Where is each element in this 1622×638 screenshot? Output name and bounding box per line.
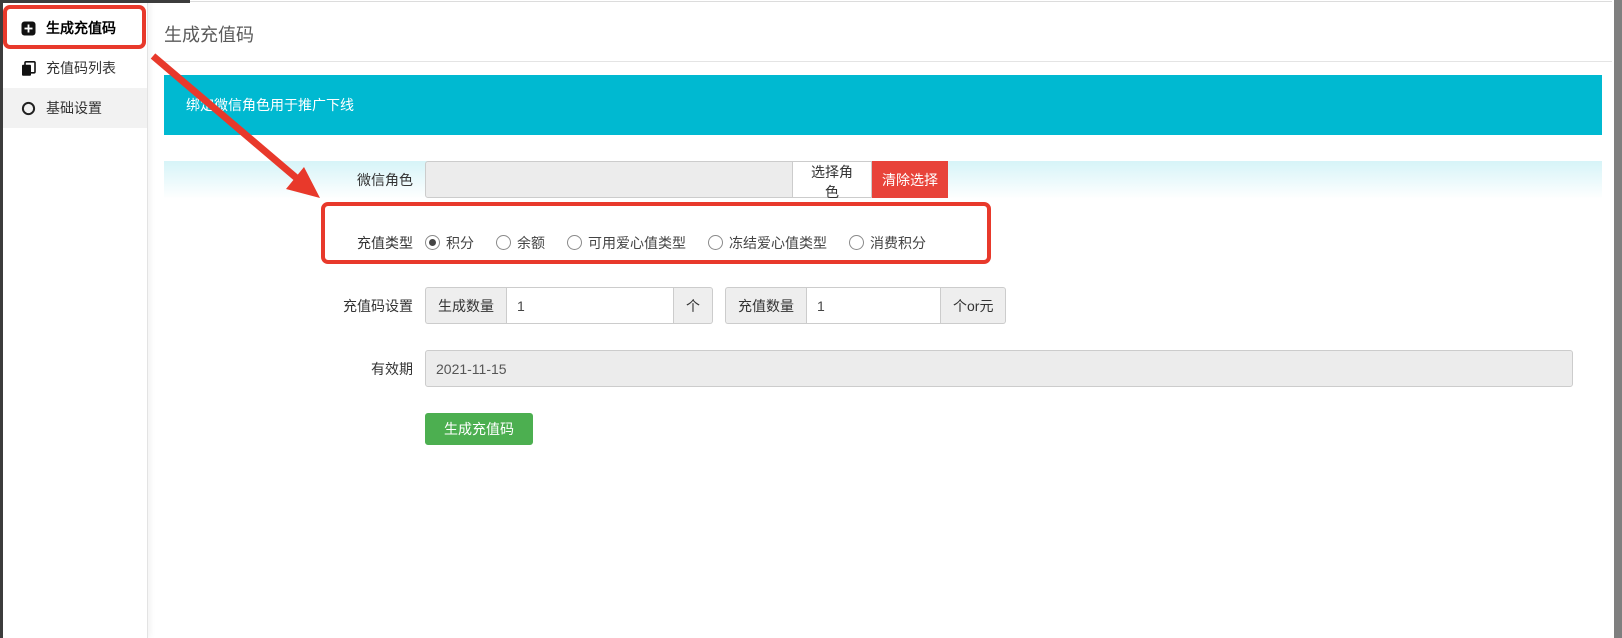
generate-qty-suffix: 个 xyxy=(674,287,713,324)
page-title: 生成充值码 xyxy=(162,0,1622,61)
recharge-qty-addon: 充值数量 xyxy=(725,287,806,324)
wechat-role-input[interactable] xyxy=(425,161,793,198)
copy-icon xyxy=(21,61,36,76)
radio-icon xyxy=(849,235,864,250)
clear-selection-button[interactable]: 清除选择 xyxy=(872,161,948,198)
generate-qty-addon: 生成数量 xyxy=(425,287,506,324)
radio-icon xyxy=(496,235,511,250)
sidebar: 生成充值码 充值码列表 基础设置 xyxy=(0,0,148,638)
recharge-qty-input[interactable] xyxy=(806,287,941,324)
validity-date-input[interactable] xyxy=(425,350,1573,387)
sidebar-item-label: 基础设置 xyxy=(46,98,102,118)
form-row-code-settings: 充值码设置 生成数量 个 充值数量 个or元 xyxy=(164,287,1602,324)
sidebar-item-basic-settings[interactable]: 基础设置 xyxy=(0,88,147,128)
circle-icon xyxy=(21,101,36,116)
generate-code-button[interactable]: 生成充值码 xyxy=(425,413,533,445)
radio-icon xyxy=(567,235,582,250)
window-left-edge xyxy=(0,0,3,638)
plus-square-icon xyxy=(21,21,36,36)
radio-label: 冻结爱心值类型 xyxy=(729,233,827,253)
main-content: 生成充值码 绑定微信角色用于推广下线 微信角色 选择角色 清除选择 充值类型 xyxy=(148,0,1622,638)
radio-points[interactable]: 积分 xyxy=(425,233,474,253)
radio-label: 积分 xyxy=(446,233,474,253)
radio-available-love-value[interactable]: 可用爱心值类型 xyxy=(567,233,686,253)
code-settings-label: 充值码设置 xyxy=(164,296,425,316)
sidebar-item-label: 生成充值码 xyxy=(46,18,116,38)
radio-icon xyxy=(425,235,440,250)
top-divider xyxy=(148,1,1622,2)
sidebar-item-generate-code[interactable]: 生成充值码 xyxy=(0,8,147,48)
panel-body: 微信角色 选择角色 清除选择 充值类型 积分 xyxy=(164,161,1602,475)
radio-label: 余额 xyxy=(517,233,545,253)
generate-qty-group: 生成数量 个 xyxy=(425,287,713,324)
form-row-validity: 有效期 xyxy=(164,350,1602,387)
title-divider xyxy=(162,61,1612,62)
radio-frozen-love-value[interactable]: 冻结爱心值类型 xyxy=(708,233,827,253)
recharge-type-label: 充值类型 xyxy=(164,233,425,253)
form-row-submit: 生成充值码 xyxy=(164,387,1602,445)
recharge-qty-suffix: 个or元 xyxy=(941,287,1006,324)
wechat-role-label: 微信角色 xyxy=(164,170,425,190)
validity-label: 有效期 xyxy=(164,359,425,379)
form-row-recharge-type: 充值类型 积分 余额 可用爱心值类型 xyxy=(164,224,1602,261)
radio-label: 可用爱心值类型 xyxy=(588,233,686,253)
panel: 绑定微信角色用于推广下线 微信角色 选择角色 清除选择 充值类型 xyxy=(164,75,1602,475)
radio-balance[interactable]: 余额 xyxy=(496,233,545,253)
generate-qty-input[interactable] xyxy=(506,287,674,324)
top-dark-edge xyxy=(0,0,190,3)
sidebar-item-label: 充值码列表 xyxy=(46,58,116,78)
panel-heading: 绑定微信角色用于推广下线 xyxy=(164,75,1602,135)
radio-icon xyxy=(708,235,723,250)
recharge-qty-group: 充值数量 个or元 xyxy=(725,287,1006,324)
form-row-wechat-role: 微信角色 选择角色 清除选择 xyxy=(164,161,1602,198)
radio-label: 消费积分 xyxy=(870,233,926,253)
select-role-button[interactable]: 选择角色 xyxy=(793,161,872,198)
vertical-scrollbar[interactable] xyxy=(1612,0,1622,638)
radio-consume-points[interactable]: 消费积分 xyxy=(849,233,926,253)
sidebar-item-code-list[interactable]: 充值码列表 xyxy=(0,48,147,88)
